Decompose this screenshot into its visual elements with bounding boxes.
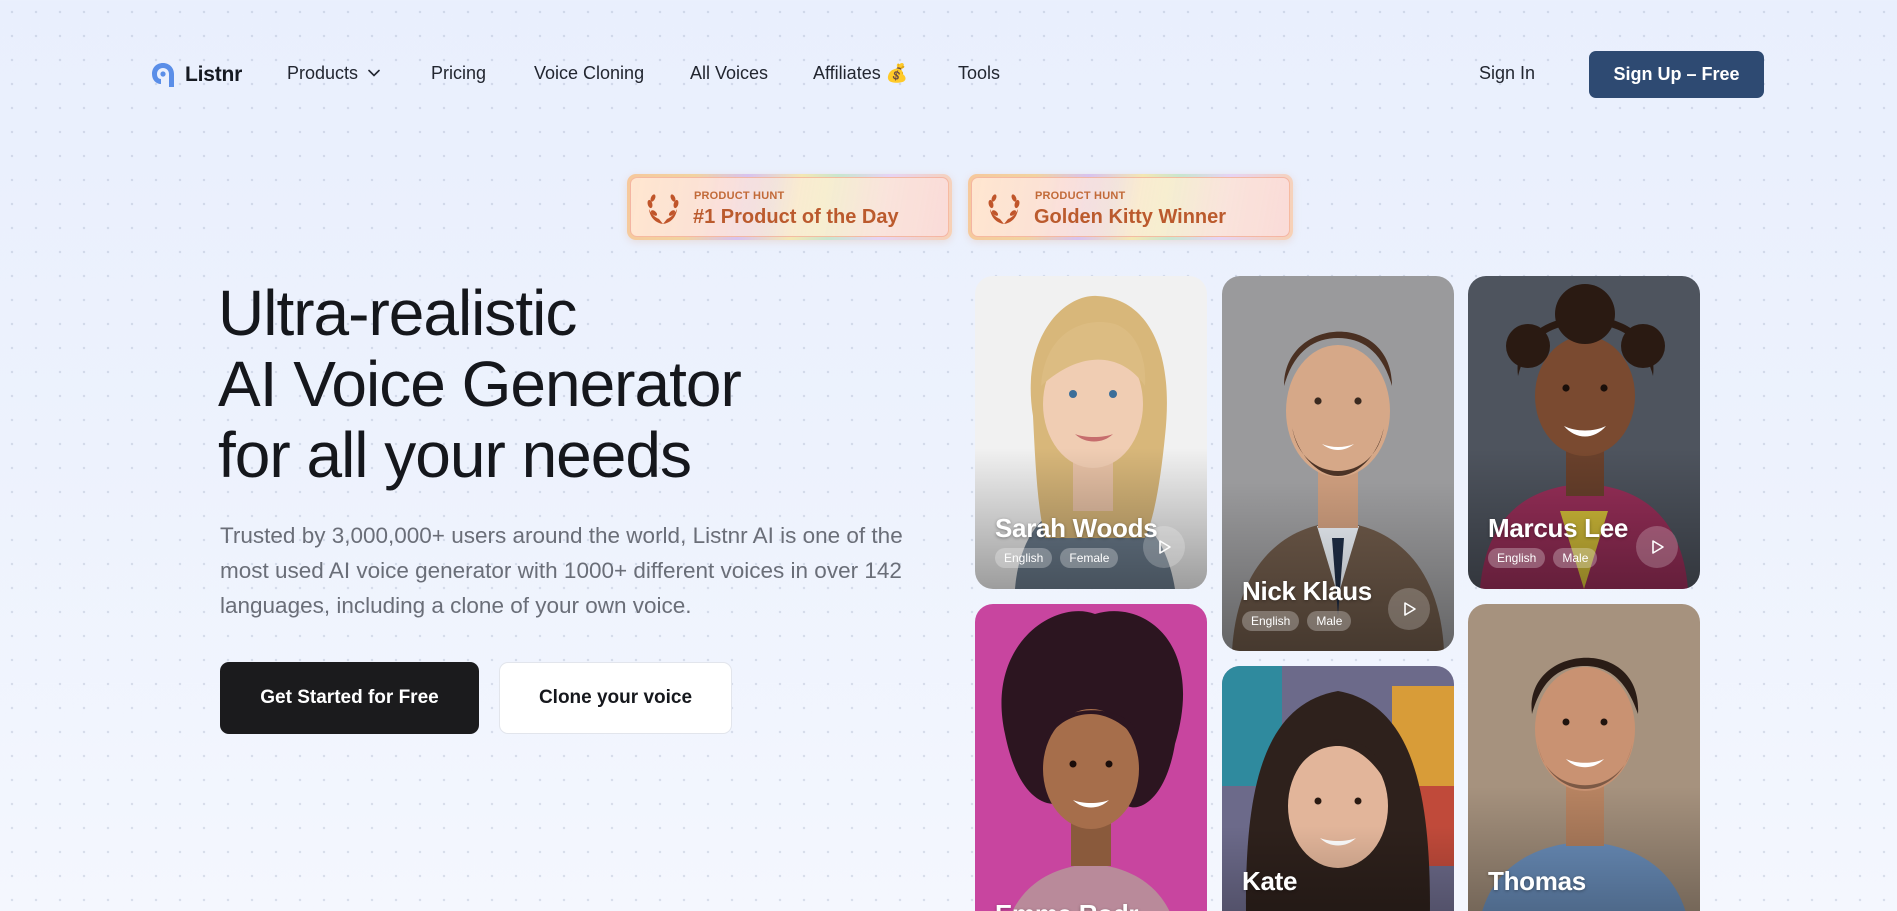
get-started-button[interactable]: Get Started for Free [220, 662, 479, 734]
nav-voice-cloning[interactable]: Voice Cloning [534, 63, 644, 84]
golden-kitty-badge[interactable]: PRODUCT HUNT Golden Kitty Winner [968, 174, 1293, 240]
badge-inner: PRODUCT HUNT Golden Kitty Winner [971, 177, 1290, 237]
nav-products[interactable]: Products [287, 63, 380, 84]
badge-inner: PRODUCT HUNT #1 Product of the Day [630, 177, 949, 237]
voice-tags: English Male [1242, 611, 1352, 631]
logo-text: Listnr [185, 63, 243, 86]
language-tag: English [1488, 548, 1546, 568]
clone-voice-button[interactable]: Clone your voice [499, 662, 732, 734]
portrait-image [975, 604, 1207, 911]
voice-tags: English Female [995, 548, 1119, 568]
play-button[interactable] [1388, 588, 1430, 630]
badge-title: Golden Kitty Winner [1034, 206, 1227, 228]
voice-card-sarah-woods[interactable]: Sarah Woods English Female [975, 276, 1207, 589]
nav-all-voices[interactable]: All Voices [690, 63, 768, 84]
language-tag: English [1242, 611, 1300, 631]
laurel-icon [647, 194, 679, 224]
badge-kicker: PRODUCT HUNT [1035, 190, 1126, 202]
logo[interactable]: Listnr [150, 60, 242, 90]
gender-tag: Male [1553, 548, 1598, 568]
badge-kicker: PRODUCT HUNT [694, 190, 785, 202]
hero-title-line: Ultra-realistic [218, 277, 577, 349]
product-of-the-day-badge[interactable]: PRODUCT HUNT #1 Product of the Day [627, 174, 952, 240]
top-navigation: Listnr Products Pricing Voice Cloning Al… [0, 0, 1897, 150]
voice-name: Thomas [1488, 866, 1586, 896]
voice-card-emma[interactable]: Emma Rodr [975, 604, 1207, 911]
voice-card-kate[interactable]: Kate [1222, 666, 1454, 911]
hero-title: Ultra-realistic AI Voice Generator for a… [218, 277, 742, 491]
hero-subtitle: Trusted by 3,000,000+ users around the w… [220, 523, 903, 618]
voice-tags: English Male [1488, 548, 1598, 568]
voice-card-marcus-lee[interactable]: Marcus Lee English Male [1468, 276, 1700, 589]
play-button[interactable] [1636, 526, 1678, 568]
voice-card-thomas[interactable]: Thomas [1468, 604, 1700, 911]
laurel-icon [988, 194, 1020, 224]
hero-title-line: AI Voice Generator [218, 348, 742, 420]
gender-tag: Male [1307, 611, 1352, 631]
nav-products-label: Products [287, 63, 359, 83]
voice-card-nick-klaus[interactable]: Nick Klaus English Male [1222, 276, 1454, 651]
gender-tag: Female [1060, 548, 1119, 568]
hero-title-line: for all your needs [218, 419, 692, 491]
chevron-down-icon [368, 65, 380, 80]
badge-title: #1 Product of the Day [693, 206, 899, 228]
play-icon [1652, 540, 1664, 554]
nav-affiliates[interactable]: Affiliates 💰 [813, 63, 908, 84]
voice-name: Marcus Lee [1488, 513, 1629, 543]
sign-up-button[interactable]: Sign Up – Free [1589, 51, 1764, 98]
voice-name: Emma Rodr [995, 899, 1139, 911]
nav-pricing[interactable]: Pricing [431, 63, 486, 84]
play-button[interactable] [1143, 526, 1185, 568]
voice-name: Nick Klaus [1242, 576, 1372, 606]
voice-name: Sarah Woods [995, 513, 1158, 543]
play-icon [1404, 602, 1416, 616]
sign-in-link[interactable]: Sign In [1479, 63, 1535, 84]
voice-name: Kate [1242, 866, 1298, 896]
play-icon [1159, 540, 1171, 554]
nav-tools[interactable]: Tools [958, 63, 1000, 84]
listnr-logo-icon [152, 63, 174, 87]
language-tag: English [995, 548, 1053, 568]
